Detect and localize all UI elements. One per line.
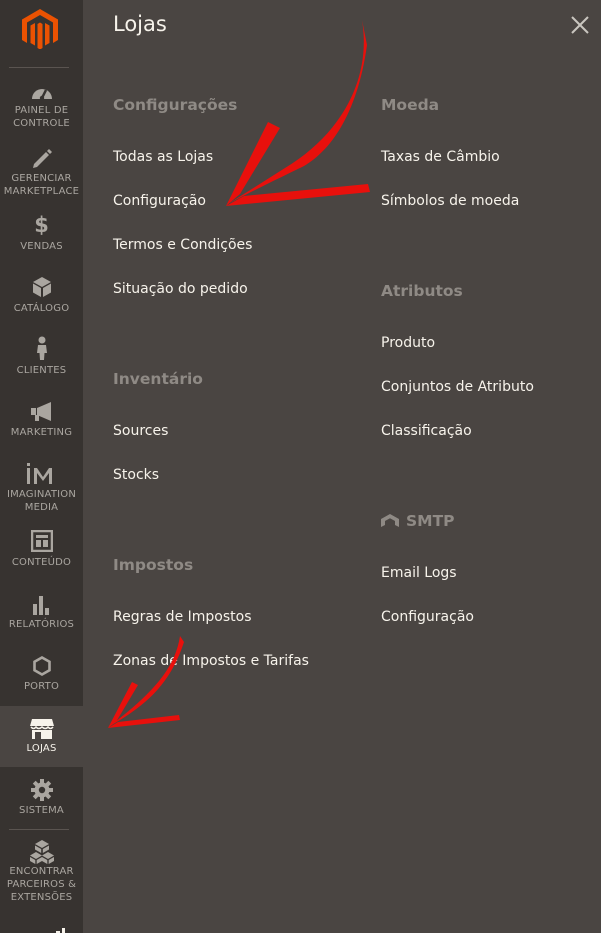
dollar-icon: $ (34, 213, 49, 237)
section-heading-inventario: Inventário (113, 370, 203, 388)
sidebar-divider (9, 67, 69, 68)
sidebar-item-clientes[interactable]: CLIENTES (0, 326, 83, 388)
sidebar-item-label: VENDAS (20, 241, 63, 252)
bar-chart-icon (32, 596, 49, 615)
cube-icon (32, 277, 51, 297)
sidebar-item-label: PAINEL DE CONTROLE (13, 105, 70, 129)
pencil-icon (32, 149, 52, 168)
sidebar-item-label: GERENCIAR MARKETPLACE (3, 173, 80, 197)
section-heading-smtp: SMTP (381, 512, 455, 530)
gear-icon (30, 779, 53, 801)
section-heading-impostos: Impostos (113, 556, 194, 574)
sidebar-item-lojas[interactable]: LOJAS (0, 706, 83, 767)
im-logo-icon (26, 463, 52, 484)
sidebar-item-catalogo[interactable]: CATÁLOGO (0, 264, 83, 326)
partial-menu-icon (56, 928, 65, 933)
person-icon (36, 336, 47, 360)
sidebar-item-label: CONTEÚDO (11, 557, 72, 568)
hexagon-icon (32, 656, 51, 676)
sidebar-divider (9, 829, 69, 830)
sidebar-item-imagination-media[interactable]: IMAGINATION MEDIA (0, 450, 83, 522)
section-heading-moeda: Moeda (381, 96, 440, 114)
menu-link-zonas-de-impostos-e-tarifas[interactable]: Zonas de Impostos e Tarifas (113, 653, 309, 669)
layout-icon (30, 530, 53, 552)
menu-link-taxas-de-cambio[interactable]: Taxas de Câmbio (381, 149, 500, 165)
sidebar-item-label: SISTEMA (19, 805, 64, 816)
menu-link-regras-de-impostos[interactable]: Regras de Impostos (113, 609, 252, 625)
sidebar-item-label: IMAGINATION MEDIA (6, 489, 77, 513)
sidebar-item-label: MARKETING (10, 427, 73, 438)
sidebar-item-porto[interactable]: PORTO (0, 646, 83, 706)
store-icon (29, 719, 54, 739)
magento-logo-icon[interactable] (21, 9, 59, 49)
menu-link-situacao-do-pedido[interactable]: Situação do pedido (113, 281, 248, 297)
sidebar-item-encontrar-parceiros[interactable]: ENCONTRAR PARCEIROS & EXTENSÕES (0, 831, 83, 911)
page-title: Lojas (113, 12, 167, 36)
menu-link-simbolos-de-moeda[interactable]: Símbolos de moeda (381, 193, 519, 209)
sidebar-item-label: CATÁLOGO (13, 303, 70, 314)
dashboard-icon (31, 89, 52, 101)
sidebar-item-label: RELATÓRIOS (8, 619, 75, 630)
sidebar-item-sistema[interactable]: SISTEMA (0, 767, 83, 829)
section-heading-atributos: Atributos (381, 282, 463, 300)
menu-link-termos-e-condicoes[interactable]: Termos e Condições (113, 237, 252, 253)
sidebar-item-label: ENCONTRAR PARCEIROS & EXTENSÕES (6, 866, 77, 903)
smtp-logo-icon (381, 514, 399, 527)
sidebar-item-label: CLIENTES (16, 365, 67, 376)
sidebar-item-relatorios[interactable]: RELATÓRIOS (0, 584, 83, 646)
sidebar-item-label: LOJAS (26, 743, 57, 754)
close-icon[interactable] (570, 15, 590, 35)
sidebar-item-dashboard[interactable]: PAINEL DE CONTROLE (0, 70, 83, 136)
sidebar-item-marketing[interactable]: MARKETING (0, 388, 83, 450)
menu-link-classificacao[interactable]: Classificação (381, 423, 472, 439)
menu-link-todas-as-lojas[interactable]: Todas as Lojas (113, 149, 213, 165)
boxes-icon (29, 840, 54, 864)
menu-link-smtp-configuracao[interactable]: Configuração (381, 609, 474, 625)
section-heading-configuracoes: Configurações (113, 96, 238, 114)
admin-sidebar: PAINEL DE CONTROLE GERENCIAR MARKETPLACE… (0, 0, 83, 933)
sidebar-item-conteudo[interactable]: CONTEÚDO (0, 522, 83, 584)
menu-link-stocks[interactable]: Stocks (113, 467, 159, 483)
sidebar-item-label: PORTO (23, 681, 60, 692)
megaphone-icon (30, 402, 51, 421)
section-heading-label: SMTP (406, 512, 455, 530)
sidebar-item-vendas[interactable]: $ VENDAS (0, 202, 83, 264)
menu-link-conjuntos-de-atributo[interactable]: Conjuntos de Atributo (381, 379, 534, 395)
sidebar-item-marketplace[interactable]: GERENCIAR MARKETPLACE (0, 136, 83, 202)
menu-link-email-logs[interactable]: Email Logs (381, 565, 457, 581)
lojas-flyout-panel (83, 0, 601, 933)
menu-link-configuracao[interactable]: Configuração (113, 193, 206, 209)
menu-link-sources[interactable]: Sources (113, 423, 168, 439)
menu-link-produto[interactable]: Produto (381, 335, 435, 351)
